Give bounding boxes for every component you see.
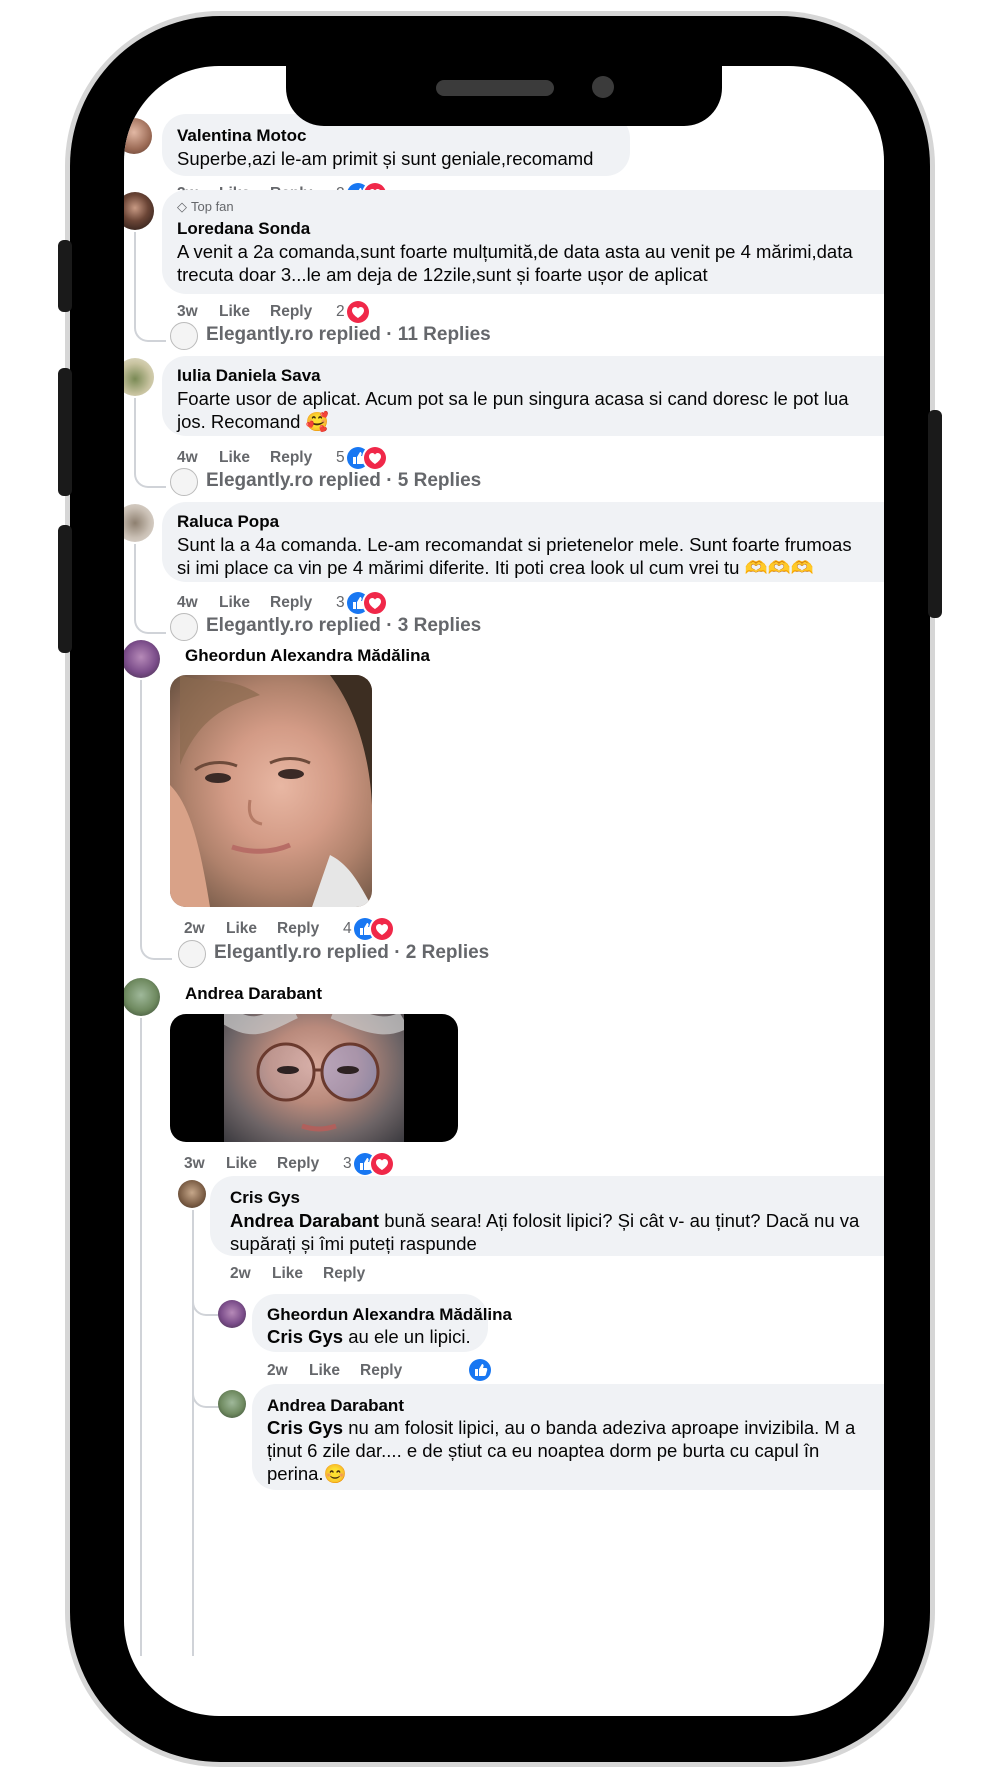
- comment-text: A venit a 2a comanda,sunt foarte mulțumi…: [177, 241, 853, 262]
- commenter-name[interactable]: Cris Gys: [230, 1188, 300, 1208]
- selfie-video-thumbnail[interactable]: [170, 675, 372, 907]
- reply-text: Cris Gys au ele un lipici.: [267, 1324, 471, 1349]
- front-camera-icon: [592, 76, 614, 98]
- phone-notch: [286, 60, 722, 126]
- comment-text: Foarte usor de aplicat. Acum pot sa le p…: [177, 388, 849, 409]
- reply-text: Andrea Darabant bună seara! Ați folosit …: [230, 1208, 859, 1233]
- reply-button[interactable]: Reply: [270, 594, 312, 612]
- avatar[interactable]: [218, 1390, 246, 1418]
- reply-text-body: nu am folosit lipici, au o banda adeziva…: [343, 1417, 856, 1438]
- page-avatar: [170, 322, 198, 350]
- commenter-name[interactable]: Raluca Popa: [177, 512, 279, 532]
- thread-connector: [192, 1210, 194, 1656]
- phone-volume-down-button: [58, 525, 72, 653]
- mention-link[interactable]: Cris Gys: [267, 1326, 343, 1347]
- comment-time[interactable]: 3w: [177, 303, 198, 321]
- view-replies-link[interactable]: Elegantly.ro replied · 2 Replies: [214, 942, 489, 964]
- like-button[interactable]: Like: [219, 594, 250, 612]
- phone-power-button: [928, 410, 942, 618]
- top-fan-badge: ◇ Top fan: [177, 199, 234, 215]
- love-reaction-icon: [347, 301, 369, 323]
- avatar[interactable]: [124, 192, 154, 230]
- comment-time[interactable]: 4w: [177, 594, 198, 612]
- reply-button[interactable]: Reply: [277, 1155, 319, 1173]
- commenter-name[interactable]: Gheordun Alexandra Mădălina: [185, 646, 430, 666]
- reply-button[interactable]: Reply: [270, 449, 312, 467]
- reply-text: Cris Gys nu am folosit lipici, au o band…: [267, 1415, 855, 1440]
- comment-text: trecuta doar 3...le am deja de 12zile,su…: [177, 264, 708, 285]
- commenter-name[interactable]: Andrea Darabant: [267, 1396, 404, 1416]
- reply-text-body: bună seara! Ați folosit lipici? Și cât v…: [379, 1210, 860, 1231]
- phone-screen: Valentina Motoc Superbe,azi le-am primit…: [124, 66, 884, 1716]
- video-thumbnail[interactable]: [170, 1014, 458, 1142]
- comment-text: si imi place ca vin pe 4 mărimi diferite…: [177, 557, 814, 578]
- reply-text-body: au ele un lipici.: [343, 1326, 471, 1347]
- video-frame: [219, 1014, 409, 1142]
- reply-text: supărați și îmi puteți raspunde: [230, 1233, 477, 1254]
- commenter-name[interactable]: Valentina Motoc: [177, 126, 306, 146]
- avatar[interactable]: [218, 1300, 246, 1328]
- commenter-name[interactable]: Gheordun Alexandra Mădălina: [267, 1305, 512, 1325]
- reply-button[interactable]: Reply: [277, 920, 319, 938]
- reply-button[interactable]: Reply: [360, 1362, 402, 1380]
- comment-text: Superbe,azi le-am primit și sunt geniale…: [177, 148, 594, 169]
- page-avatar: [178, 940, 206, 968]
- reply-text: ținut 6 zile dar.... e de știut ca eu no…: [267, 1440, 820, 1461]
- page-avatar: [170, 468, 198, 496]
- top-fan-label: Top fan: [191, 199, 234, 214]
- phone-volume-up-button: [58, 368, 72, 496]
- like-button[interactable]: Like: [226, 1155, 257, 1173]
- like-button[interactable]: Like: [219, 449, 250, 467]
- thread-connector: [140, 1018, 142, 1656]
- reaction-count[interactable]: 5: [336, 449, 345, 467]
- reply-text: perina.😊: [267, 1463, 347, 1484]
- love-reaction-icon: [364, 592, 386, 614]
- reaction-count[interactable]: 4: [343, 920, 352, 938]
- like-button[interactable]: Like: [309, 1362, 340, 1380]
- comment-time[interactable]: 2w: [230, 1265, 251, 1283]
- avatar[interactable]: [124, 504, 154, 542]
- diamond-icon: ◇: [177, 199, 187, 214]
- face-with-glasses-illustration: [219, 1014, 409, 1132]
- like-button[interactable]: Like: [226, 920, 257, 938]
- reaction-count[interactable]: 2: [336, 303, 345, 321]
- avatar[interactable]: [124, 640, 160, 678]
- comment-time[interactable]: 2w: [267, 1362, 288, 1380]
- avatar[interactable]: [178, 1180, 206, 1208]
- mention-link[interactable]: Andrea Darabant: [230, 1210, 379, 1231]
- view-replies-link[interactable]: Elegantly.ro replied · 3 Replies: [206, 615, 481, 637]
- avatar[interactable]: [124, 358, 154, 396]
- reaction-count[interactable]: 3: [343, 1155, 352, 1173]
- comment-time[interactable]: 2w: [184, 920, 205, 938]
- comment-time[interactable]: 3w: [184, 1155, 205, 1173]
- thread-connector: [192, 1286, 220, 1316]
- like-button[interactable]: Like: [219, 303, 250, 321]
- love-reaction-icon: [371, 918, 393, 940]
- face-illustration: [170, 675, 372, 907]
- avatar[interactable]: [124, 118, 152, 154]
- thread-connector: [192, 1376, 220, 1408]
- commenter-name[interactable]: Loredana Sonda: [177, 219, 310, 239]
- mention-link[interactable]: Cris Gys: [267, 1417, 343, 1438]
- comment-text: Sunt la a 4a comanda. Le-am recomandat s…: [177, 534, 852, 555]
- page-avatar: [170, 613, 198, 641]
- avatar[interactable]: [124, 978, 160, 1016]
- comment-text: jos. Recomand 🥰: [177, 411, 329, 432]
- like-button[interactable]: Like: [272, 1265, 303, 1283]
- phone-side-button: [58, 240, 72, 312]
- thread-connector: [140, 680, 172, 960]
- view-replies-link[interactable]: Elegantly.ro replied · 5 Replies: [206, 470, 481, 492]
- like-reaction-icon[interactable]: [469, 1359, 491, 1381]
- love-reaction-icon: [364, 447, 386, 469]
- love-reaction-icon: [371, 1153, 393, 1175]
- comments-feed[interactable]: Valentina Motoc Superbe,azi le-am primit…: [124, 66, 884, 1656]
- reply-button[interactable]: Reply: [323, 1265, 365, 1283]
- commenter-name[interactable]: Iulia Daniela Sava: [177, 366, 321, 386]
- view-replies-link[interactable]: Elegantly.ro replied · 11 Replies: [206, 324, 491, 346]
- reply-button[interactable]: Reply: [270, 303, 312, 321]
- commenter-name[interactable]: Andrea Darabant: [185, 984, 322, 1004]
- comment-time[interactable]: 4w: [177, 449, 198, 467]
- reaction-count[interactable]: 3: [336, 594, 345, 612]
- speaker-grille: [436, 80, 554, 96]
